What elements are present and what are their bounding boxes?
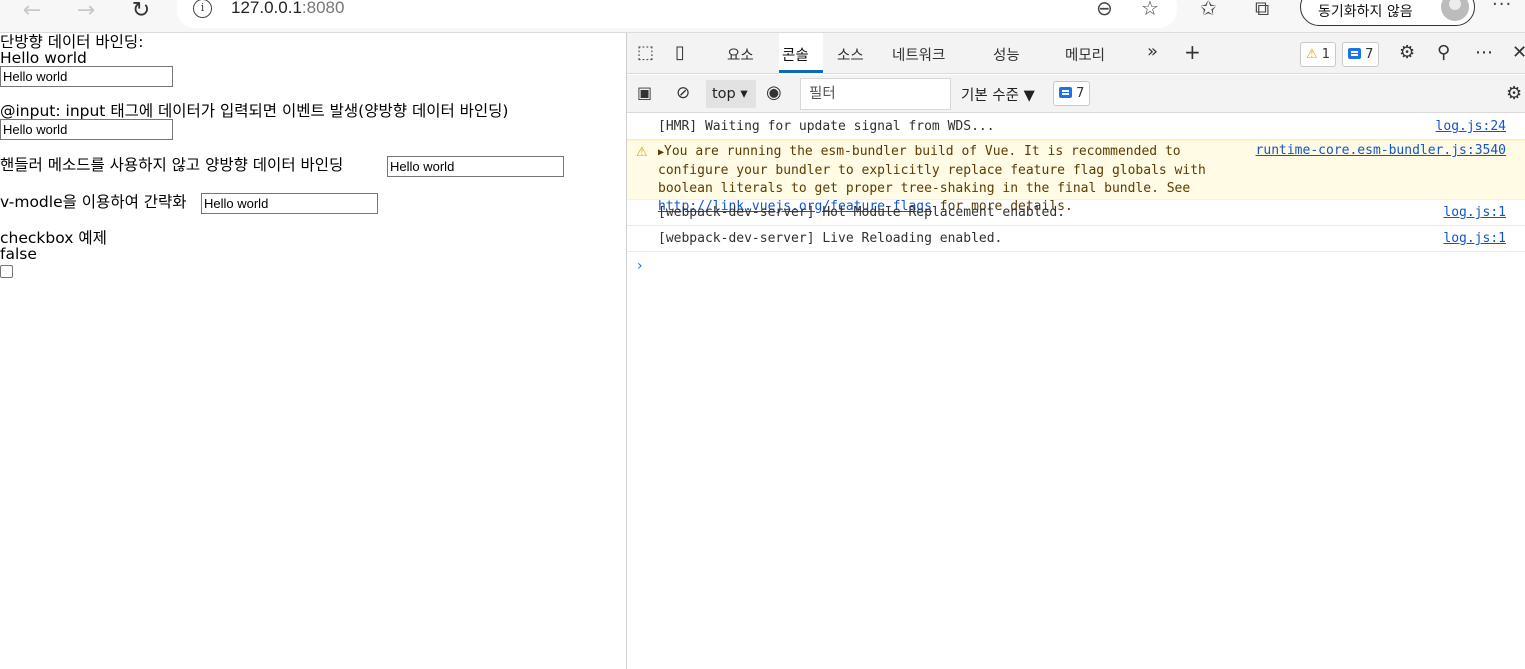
example-checkbox[interactable] <box>0 265 13 278</box>
console-source-link[interactable]: log.js:24 <box>1436 119 1506 134</box>
clear-console-icon[interactable]: ⊘ <box>676 83 690 103</box>
console-prompt-icon: › <box>637 258 643 274</box>
reload-icon[interactable]: ↻ <box>126 0 156 25</box>
warning-count: 1 <box>1321 47 1331 62</box>
warning-count-badge[interactable]: ⚠ 1 <box>1300 42 1337 67</box>
settings-gear-icon[interactable]: ⚙ <box>1399 42 1415 63</box>
text-input-3[interactable]: Hello world <box>387 156 564 177</box>
console-source-link[interactable]: log.js:1 <box>1443 205 1506 220</box>
tab-network[interactable]: 네트워크 <box>892 44 945 65</box>
context-value: top <box>712 86 736 102</box>
url-host: 127.0.0.1 <box>231 0 302 17</box>
customize-icon[interactable]: ⚲ <box>1437 42 1450 63</box>
tab-sources[interactable]: 소스 <box>837 44 864 65</box>
message-count-badge[interactable]: 7 <box>1342 42 1380 67</box>
console-message: [webpack-dev-server] Hot Module Replacem… <box>658 205 1065 220</box>
show-sidebar-icon[interactable]: ▣ <box>637 83 652 102</box>
tab-elements[interactable]: 요소 <box>727 44 754 65</box>
url-text[interactable]: 127.0.0.1:8080 <box>231 0 344 18</box>
text-input-1[interactable]: Hello world <box>0 66 173 87</box>
log-level-select[interactable]: 기본 수준 ▼ <box>961 84 1035 105</box>
console-settings-gear-icon[interactable]: ⚙ <box>1506 83 1522 104</box>
browser-menu-icon[interactable]: ··· <box>1492 0 1512 15</box>
add-tab-icon[interactable]: + <box>1184 40 1201 64</box>
favorites-icon[interactable]: ✩ <box>1200 0 1217 20</box>
close-icon[interactable]: ✕ <box>1512 42 1525 63</box>
console-source-link[interactable]: runtime-core.esm-bundler.js:3540 <box>1256 143 1506 158</box>
message-icon <box>1348 48 1361 59</box>
message-count: 7 <box>1365 47 1374 62</box>
console-row: [webpack-dev-server] Live Reloading enab… <box>627 226 1525 252</box>
console-prompt-row[interactable]: › <box>627 252 1525 280</box>
filter-input[interactable]: 필터 <box>800 78 951 110</box>
tab-performance[interactable]: 성능 <box>993 44 1020 65</box>
handler-binding-label: 핸들러 메소드를 사용하지 않고 양방향 데이터 바인딩 <box>0 156 344 174</box>
console-source-link[interactable]: log.js:1 <box>1443 231 1506 246</box>
warning-icon: ⚠ <box>636 145 648 160</box>
avatar <box>1441 0 1469 21</box>
console-row: [HMR] Waiting for update signal from WDS… <box>627 114 1525 140</box>
text-input-4[interactable]: Hello world <box>201 193 378 214</box>
warning-icon: ⚠ <box>1306 47 1318 62</box>
console-toolbar: ▣ ⊘ top ▾ ◉ 필터 기본 수준 ▼ 7 ⚙ <box>627 75 1525 113</box>
browser-toolbar: ← → ↻ i 127.0.0.1:8080 ⊖ ☆ ✩ ⧉ 동기화하지 않음 … <box>0 0 1525 33</box>
console-message: [HMR] Waiting for update signal from WDS… <box>658 119 995 134</box>
inspect-element-icon[interactable]: ⬚ <box>637 42 654 63</box>
devtools-tab-bar: ⬚ ▯ 요소 콘솔 소스 네트워크 성능 메모리 » + ⚠ 1 7 ⚙ ⚲ ⋯… <box>627 33 1525 74</box>
console-output: [HMR] Waiting for update signal from WDS… <box>627 114 1525 280</box>
tab-memory[interactable]: 메모리 <box>1065 44 1105 65</box>
devtools-panel: ⬚ ▯ 요소 콘솔 소스 네트워크 성능 메모리 » + ⚠ 1 7 ⚙ ⚲ ⋯… <box>626 33 1525 669</box>
add-favorite-icon[interactable]: ☆ <box>1141 0 1159 20</box>
profile-sync-button[interactable]: 동기화하지 않음 <box>1300 0 1475 26</box>
vmodel-label: v-modle을 이용하여 간략화 <box>0 193 187 211</box>
context-select[interactable]: top ▾ <box>706 80 756 108</box>
more-tabs-icon[interactable]: » <box>1147 41 1158 62</box>
tab-console[interactable]: 콘솔 <box>782 44 809 65</box>
console-row: [webpack-dev-server] Hot Module Replacem… <box>627 200 1525 226</box>
toolbar-message-count-badge[interactable]: 7 <box>1053 81 1091 106</box>
one-way-binding-value: Hello world <box>0 49 87 67</box>
toolbar-message-count: 7 <box>1076 86 1085 101</box>
live-expression-eye-icon[interactable]: ◉ <box>766 82 782 103</box>
console-warning-row: ⚠ ▶You are running the esm-bundler build… <box>627 140 1525 214</box>
console-message: [webpack-dev-server] Live Reloading enab… <box>658 231 1003 246</box>
collections-icon[interactable]: ⧉ <box>1255 0 1269 20</box>
warning-text: You are running the esm-bundler build of… <box>658 144 1206 196</box>
device-toolbar-icon[interactable]: ▯ <box>675 42 685 63</box>
input-event-label: @input: input 태그에 데이터가 입력되면 이벤트 발생(양방향 데… <box>0 102 509 120</box>
page-content: 단방향 데이터 바인딩: Hello world Hello world @in… <box>0 33 626 669</box>
forward-arrow-icon[interactable]: → <box>71 0 101 25</box>
text-input-2[interactable]: Hello world <box>0 119 173 140</box>
checkbox-value-text: false <box>0 245 37 263</box>
more-options-icon[interactable]: ⋯ <box>1475 42 1493 63</box>
url-port: :8080 <box>301 0 345 17</box>
back-arrow-icon[interactable]: ← <box>17 0 47 25</box>
zoom-out-icon[interactable]: ⊖ <box>1096 0 1113 20</box>
message-icon <box>1059 87 1072 98</box>
sync-label: 동기화하지 않음 <box>1318 4 1413 20</box>
